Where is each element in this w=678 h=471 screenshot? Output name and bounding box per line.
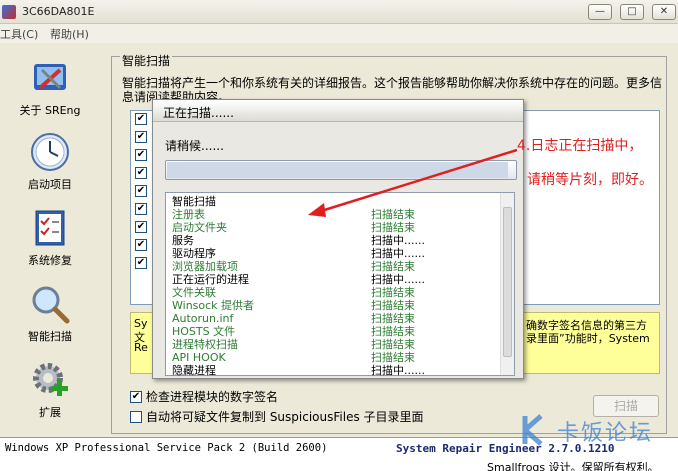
copyright: Smallfrogs 设计。保留所有权利。 (487, 461, 659, 471)
forum-watermark: 卡饭论坛 (517, 412, 678, 448)
annotation-text: 请稍等片刻，即好。 (527, 172, 653, 188)
os-info: Windows XP Professional Service Pack 2 (… (5, 442, 328, 454)
annotation-text: 4.日志正在扫描中， (517, 138, 643, 154)
watermark-text: 卡饭论坛 (557, 421, 654, 446)
annotation-arrow (308, 148, 518, 217)
